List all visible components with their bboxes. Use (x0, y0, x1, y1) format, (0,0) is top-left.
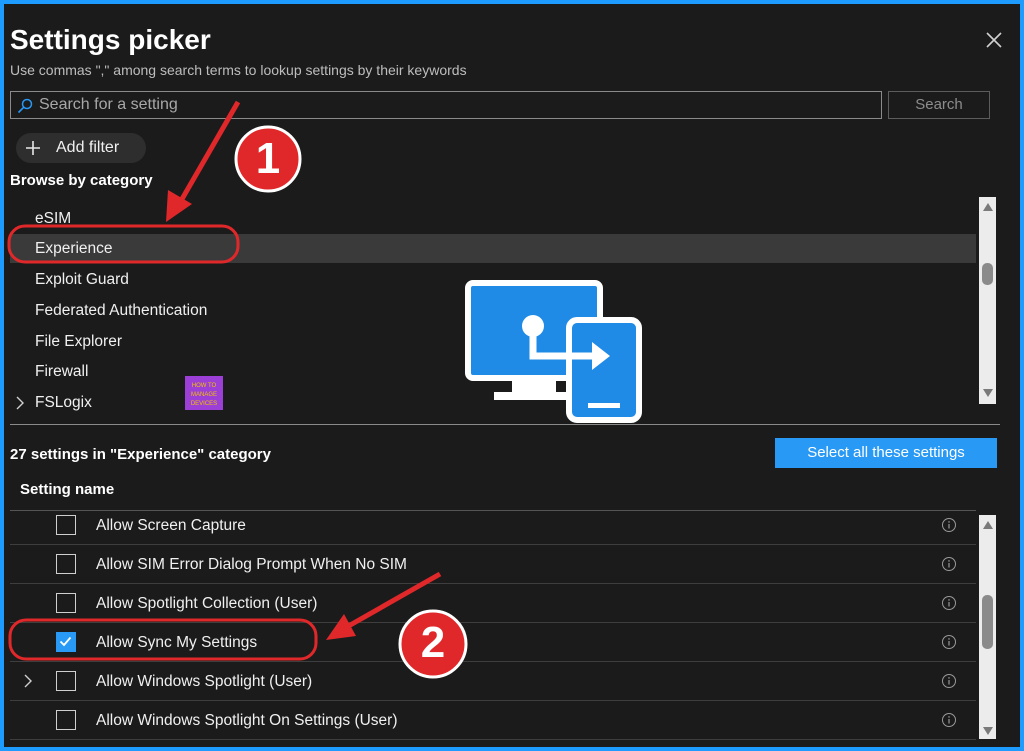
setting-row-allow-sim-error-dialog[interactable]: Allow SIM Error Dialog Prompt When No SI… (10, 545, 976, 584)
setting-row-allow-spotlight-collection[interactable]: Allow Spotlight Collection (User) (10, 584, 976, 623)
step-1-number: 1 (255, 134, 281, 183)
scrollbar-thumb[interactable] (982, 263, 993, 285)
scroll-down-icon[interactable] (983, 727, 993, 735)
category-label: eSIM (35, 210, 72, 227)
setting-row-allow-screen-capture[interactable]: Allow Screen Capture (10, 511, 976, 545)
close-icon[interactable] (984, 30, 1004, 50)
category-list: eSIM Experience Exploit Guard Federated … (10, 199, 976, 415)
category-label: Experience (35, 240, 113, 257)
info-icon[interactable] (941, 556, 957, 572)
search-icon (17, 98, 33, 114)
setting-label: Allow Screen Capture (96, 517, 246, 534)
setting-checkbox[interactable] (56, 554, 76, 574)
search-button[interactable]: Search (888, 91, 990, 119)
setting-row-allow-windows-spotlight-on-settings[interactable]: Allow Windows Spotlight On Settings (Use… (10, 701, 976, 740)
setting-label: Allow Spotlight Collection (User) (96, 595, 318, 612)
column-header-setting-name: Setting name (20, 481, 115, 498)
setting-row-allow-sync-my-settings[interactable]: Allow Sync My Settings (10, 623, 976, 662)
page-subtitle: Use commas "," among search terms to loo… (10, 62, 467, 78)
checkmark-icon (59, 636, 72, 647)
scroll-down-icon[interactable] (983, 389, 993, 397)
setting-checkbox[interactable] (56, 515, 76, 535)
category-label: Federated Authentication (35, 302, 208, 319)
settings-picker-panel: Settings picker Use commas "," among sea… (4, 4, 1020, 747)
browse-by-category-label: Browse by category (10, 172, 153, 189)
search-field[interactable] (10, 91, 882, 119)
section-divider (10, 424, 1000, 425)
add-filter-button[interactable]: Add filter (16, 133, 146, 163)
setting-label: Allow Sync My Settings (96, 634, 258, 651)
setting-checkbox[interactable] (56, 671, 76, 691)
category-label: FSLogix (35, 394, 92, 411)
scroll-up-icon[interactable] (983, 521, 993, 529)
setting-checkbox[interactable] (56, 710, 76, 730)
page-title: Settings picker (10, 24, 211, 55)
setting-label: Allow SIM Error Dialog Prompt When No SI… (96, 556, 407, 573)
settings-list: Allow Screen Capture Allow SIM Error Dia… (10, 511, 976, 747)
category-label: File Explorer (35, 333, 122, 350)
add-filter-label: Add filter (56, 139, 120, 156)
info-icon[interactable] (941, 595, 957, 611)
chevron-right-icon[interactable] (22, 674, 34, 688)
category-item-esim[interactable]: eSIM (10, 204, 976, 233)
setting-label: Allow Windows Spotlight On Settings (Use… (96, 712, 398, 729)
plus-icon (26, 141, 40, 155)
setting-checkbox[interactable] (56, 593, 76, 613)
scrollbar-thumb[interactable] (982, 595, 993, 649)
category-item-exploit-guard[interactable]: Exploit Guard (10, 265, 976, 294)
category-item-experience[interactable]: Experience (10, 234, 976, 263)
info-icon[interactable] (941, 673, 957, 689)
search-input[interactable] (39, 92, 869, 118)
setting-row-allow-windows-spotlight[interactable]: Allow Windows Spotlight (User) (10, 662, 976, 701)
settings-count: 27 settings in "Experience" category (10, 446, 271, 463)
category-item-fslogix[interactable]: FSLogix (10, 388, 976, 417)
category-item-firewall[interactable]: Firewall (10, 357, 976, 386)
category-label: Firewall (35, 363, 89, 380)
info-icon[interactable] (941, 517, 957, 533)
chevron-right-icon[interactable] (14, 396, 26, 410)
category-item-federated-authentication[interactable]: Federated Authentication (10, 296, 976, 325)
setting-label: Allow Windows Spotlight (User) (96, 673, 313, 690)
info-icon[interactable] (941, 634, 957, 650)
category-item-file-explorer[interactable]: File Explorer (10, 327, 976, 356)
scroll-up-icon[interactable] (983, 203, 993, 211)
setting-checkbox-checked[interactable] (56, 632, 76, 652)
settings-scrollbar[interactable] (979, 515, 996, 739)
category-label: Exploit Guard (35, 271, 129, 288)
select-all-button[interactable]: Select all these settings (775, 438, 997, 468)
step-2-number: 2 (420, 618, 446, 667)
category-scrollbar[interactable] (979, 197, 996, 404)
info-icon[interactable] (941, 712, 957, 728)
